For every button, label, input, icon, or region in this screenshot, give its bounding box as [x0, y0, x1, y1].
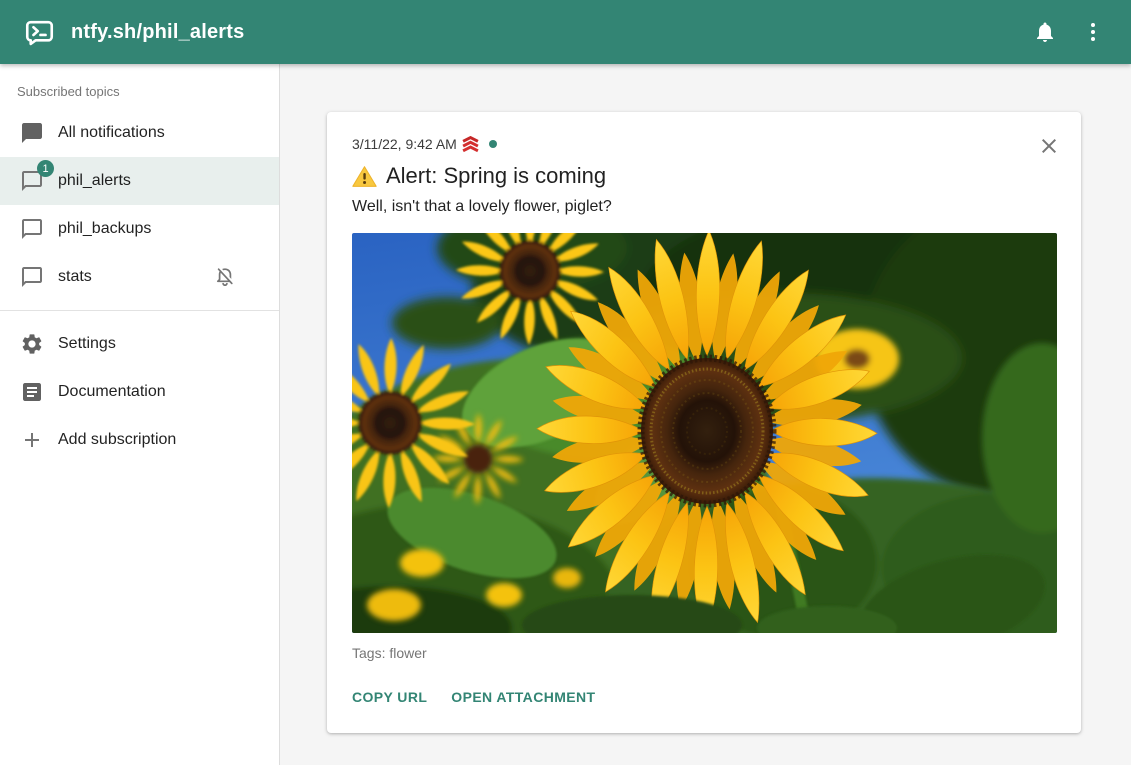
chat-bubble-outline-icon: 1: [20, 169, 44, 193]
attachment-image[interactable]: [352, 233, 1057, 633]
tags-label: Tags: flower: [352, 645, 1056, 661]
notification-body: Well, isn't that a lovely flower, piglet…: [352, 196, 1056, 218]
chat-bubble-filled-icon: [20, 121, 44, 145]
unread-indicator-dot: [489, 140, 497, 148]
kebab-menu-icon: [1081, 20, 1105, 44]
chat-bubble-outline-icon: [20, 265, 44, 289]
priority-high-icon: [461, 136, 480, 153]
sidebar-item-label: stats: [58, 268, 213, 286]
sidebar-item-documentation[interactable]: Documentation: [0, 368, 279, 416]
app-bar: ntfy.sh/phil_alerts: [0, 0, 1131, 64]
close-icon: [1037, 134, 1061, 158]
chat-bubble-outline-icon: [20, 217, 44, 241]
main-content: 3/11/22, 9:42 AM Alert: Spring is coming…: [281, 64, 1131, 765]
sidebar-item-all-notifications[interactable]: All notifications: [0, 109, 279, 157]
bell-icon: [1033, 20, 1057, 44]
sidebar-item-phil-alerts[interactable]: 1 phil_alerts: [0, 157, 279, 205]
sidebar-item-label: phil_alerts: [58, 172, 263, 190]
notification-title-row: Alert: Spring is coming: [352, 162, 1056, 190]
plus-icon: [20, 428, 44, 452]
ntfy-logo-icon: [23, 16, 56, 49]
notification-card: 3/11/22, 9:42 AM Alert: Spring is coming…: [327, 112, 1081, 733]
sidebar-item-settings[interactable]: Settings: [0, 320, 279, 368]
close-notification-button[interactable]: [1027, 124, 1071, 168]
sidebar-item-label: All notifications: [58, 124, 263, 142]
sidebar-item-add-subscription[interactable]: Add subscription: [0, 416, 279, 464]
unread-count-badge: 1: [37, 160, 54, 177]
notification-meta: 3/11/22, 9:42 AM: [352, 134, 1056, 154]
overflow-menu-button[interactable]: [1069, 8, 1117, 56]
sidebar-item-label: Settings: [58, 335, 263, 353]
article-icon: [20, 380, 44, 404]
subscribed-topics-label: Subscribed topics: [0, 70, 279, 109]
warning-icon: [352, 164, 377, 189]
open-attachment-button[interactable]: OPEN ATTACHMENT: [451, 685, 595, 709]
sidebar-item-label: Documentation: [58, 383, 263, 401]
sidebar-item-label: phil_backups: [58, 220, 263, 238]
notifications-muted-icon: [213, 265, 237, 289]
sidebar-divider: [0, 310, 279, 311]
sidebar-item-phil-backups[interactable]: phil_backups: [0, 205, 279, 253]
sunflower-photo: [352, 233, 1057, 633]
notification-title: Alert: Spring is coming: [386, 162, 606, 190]
sidebar-item-label: Add subscription: [58, 431, 263, 449]
notification-actions: COPY URL OPEN ATTACHMENT: [352, 685, 1056, 709]
gear-icon: [20, 332, 44, 356]
sidebar: Subscribed topics All notifications 1 ph…: [0, 64, 280, 765]
sidebar-item-stats[interactable]: stats: [0, 253, 279, 301]
notifications-bell-button[interactable]: [1021, 8, 1069, 56]
timestamp: 3/11/22, 9:42 AM: [352, 136, 457, 152]
copy-url-button[interactable]: COPY URL: [352, 685, 427, 709]
page-title: ntfy.sh/phil_alerts: [71, 21, 244, 44]
